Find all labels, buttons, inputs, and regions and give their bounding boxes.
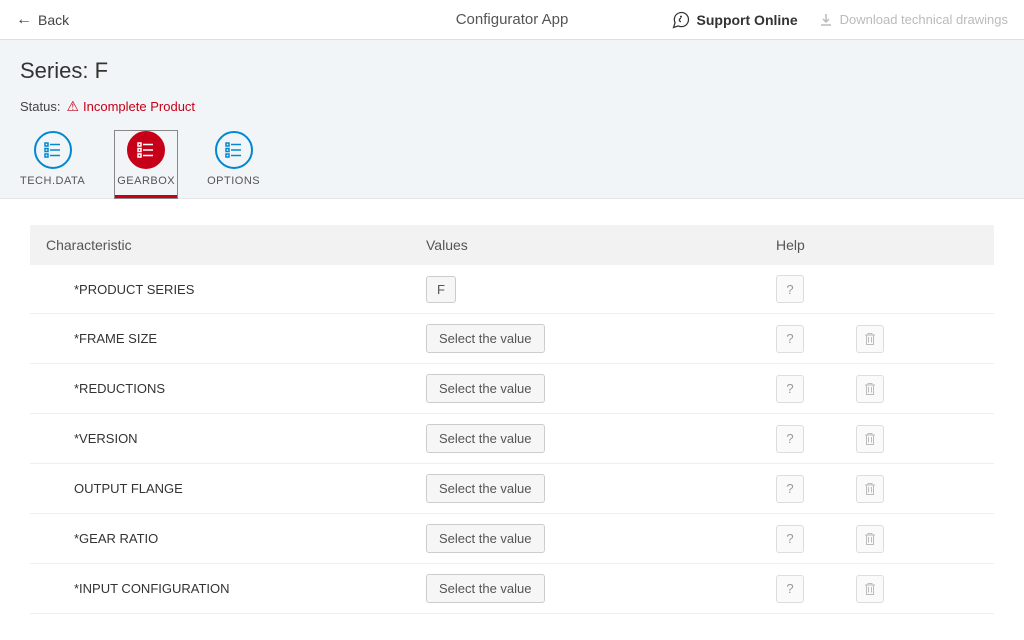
col-header-help: Help [776, 237, 856, 253]
help-button[interactable]: ? [776, 275, 804, 303]
table-row: *GEAR RATIOSelect the value? [30, 514, 994, 564]
support-label: Support Online [697, 12, 798, 28]
tab-gearbox-circle [127, 131, 165, 169]
characteristic-name: *REDUCTIONS [46, 381, 426, 396]
tab-options-label: OPTIONS [207, 175, 260, 187]
delete-button[interactable] [856, 575, 884, 603]
back-button[interactable]: ← Back [16, 11, 69, 29]
table-row: *FRAME SIZESelect the value? [30, 314, 994, 364]
trash-icon [863, 432, 877, 446]
back-arrow-icon: ← [16, 11, 32, 29]
delete-button[interactable] [856, 325, 884, 353]
help-button[interactable]: ? [776, 525, 804, 553]
delete-button[interactable] [856, 425, 884, 453]
page-title: Series: F [20, 58, 1004, 84]
download-label: Download technical drawings [840, 12, 1008, 27]
app-title: Configurator App [456, 11, 569, 28]
tab-gearbox[interactable]: GEARBOX [115, 131, 177, 198]
tab-techdata-circle [34, 131, 72, 169]
list-icon [225, 141, 243, 159]
table-row: *REDUCTIONSSelect the value? [30, 364, 994, 414]
help-button[interactable]: ? [776, 575, 804, 603]
characteristic-name: *GEAR RATIO [46, 531, 426, 546]
trash-icon [863, 382, 877, 396]
tab-gearbox-label: GEARBOX [117, 175, 175, 187]
download-button[interactable]: Download technical drawings [818, 12, 1008, 28]
value-select-button[interactable]: Select the value [426, 574, 545, 603]
support-icon [671, 10, 691, 30]
help-button[interactable]: ? [776, 425, 804, 453]
status-label: Status: [20, 99, 60, 114]
delete-button[interactable] [856, 525, 884, 553]
help-button[interactable]: ? [776, 325, 804, 353]
trash-icon [863, 532, 877, 546]
status-value: ⚠ Incomplete Product [66, 98, 195, 115]
list-icon [137, 141, 155, 159]
tab-techdata-label: TECH.DATA [20, 175, 85, 187]
trash-icon [863, 482, 877, 496]
list-icon [44, 141, 62, 159]
characteristic-name: *VERSION [46, 431, 426, 446]
tab-options-circle [215, 131, 253, 169]
characteristic-name: *INPUT CONFIGURATION [46, 581, 426, 596]
status-text: Incomplete Product [83, 99, 195, 114]
value-select-button[interactable]: Select the value [426, 474, 545, 503]
tab-techdata[interactable]: TECH.DATA [20, 131, 85, 198]
download-icon [818, 12, 834, 28]
help-button[interactable]: ? [776, 475, 804, 503]
value-select-button[interactable]: Select the value [426, 374, 545, 403]
characteristic-name: OUTPUT FLANGE [46, 481, 426, 496]
table-row: *PRODUCT SERIESF? [30, 265, 994, 314]
trash-icon [863, 582, 877, 596]
value-select-button[interactable]: Select the value [426, 424, 545, 453]
table-row: *VERSIONSelect the value? [30, 414, 994, 464]
tab-options[interactable]: OPTIONS [207, 131, 260, 198]
trash-icon [863, 332, 877, 346]
table-row: OUTPUT FLANGESelect the value? [30, 464, 994, 514]
characteristic-name: *FRAME SIZE [46, 331, 426, 346]
delete-button[interactable] [856, 475, 884, 503]
col-header-values: Values [426, 237, 776, 253]
back-label: Back [38, 12, 69, 28]
value-select-button[interactable]: Select the value [426, 524, 545, 553]
help-button[interactable]: ? [776, 375, 804, 403]
col-header-characteristic: Characteristic [46, 237, 426, 253]
warning-icon: ⚠ [66, 98, 79, 115]
support-button[interactable]: Support Online [671, 10, 798, 30]
value-select-button[interactable]: F [426, 276, 456, 303]
delete-button[interactable] [856, 375, 884, 403]
table-row: *INPUT CONFIGURATIONSelect the value? [30, 564, 994, 614]
characteristic-name: *PRODUCT SERIES [46, 282, 426, 297]
value-select-button[interactable]: Select the value [426, 324, 545, 353]
